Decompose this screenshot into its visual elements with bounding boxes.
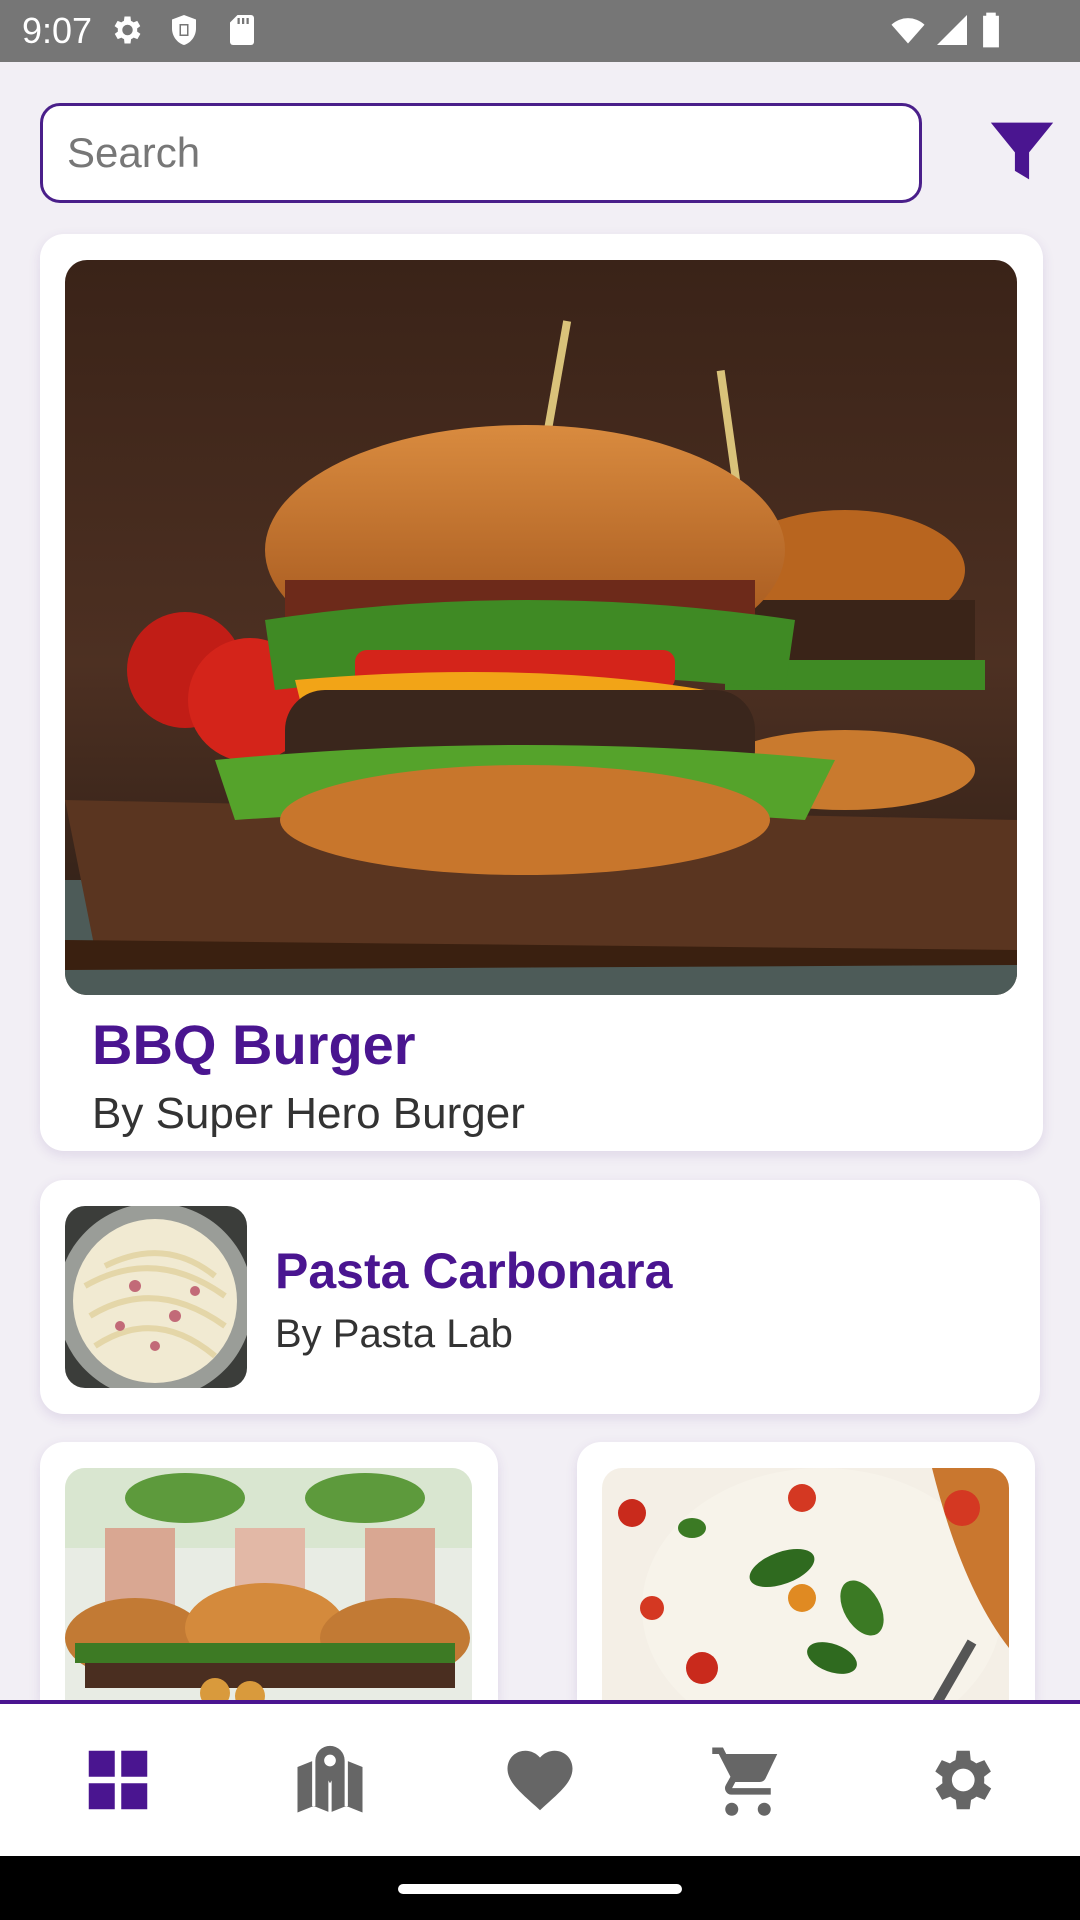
grid-card[interactable]: [40, 1442, 498, 1702]
featured-subtitle: By Super Hero Burger: [92, 1089, 525, 1138]
list-item-card[interactable]: Pasta Carbonara By Pasta Lab: [40, 1180, 1040, 1414]
settings-icon: [108, 11, 144, 49]
settings-icon: [921, 1741, 999, 1819]
bbq-burger-image: [65, 260, 1017, 995]
home-gesture-handle[interactable]: [398, 1884, 682, 1894]
featured-card[interactable]: BBQ Burger By Super Hero Burger: [40, 234, 1043, 1151]
nav-item-map[interactable]: [222, 1704, 438, 1856]
system-gesture-bar: [0, 1856, 1080, 1920]
battery-icon: [978, 11, 1004, 49]
bottom-navigation: [0, 1700, 1080, 1856]
status-time: 9:07: [22, 10, 93, 51]
nav-item-cart[interactable]: [640, 1704, 856, 1856]
featured-title: BBQ Burger: [92, 1013, 416, 1076]
nav-item-favorites[interactable]: [432, 1704, 648, 1856]
sd-card-icon: [224, 11, 260, 49]
list-item-title: Pasta Carbonara: [275, 1243, 673, 1299]
wifi-icon: [890, 11, 926, 49]
filter-button[interactable]: [988, 117, 1056, 185]
pasta-carbonara-image: [65, 1206, 247, 1388]
status-bar: 9:07: [0, 0, 1080, 62]
grid-card[interactable]: [577, 1442, 1035, 1702]
nav-item-settings[interactable]: [852, 1704, 1068, 1856]
pizza-image: [602, 1468, 1009, 1702]
nav-item-dashboard[interactable]: [10, 1704, 226, 1856]
search-input[interactable]: [40, 103, 922, 203]
dashboard-icon: [79, 1741, 157, 1819]
shield-icon: [166, 11, 202, 49]
filter-icon: [988, 117, 1056, 185]
list-item-subtitle: By Pasta Lab: [275, 1312, 513, 1356]
signal-icon: [934, 11, 970, 49]
heart-icon: [501, 1741, 579, 1819]
burger-platter-image: [65, 1468, 472, 1702]
map-icon: [291, 1741, 369, 1819]
cart-icon: [709, 1741, 787, 1819]
